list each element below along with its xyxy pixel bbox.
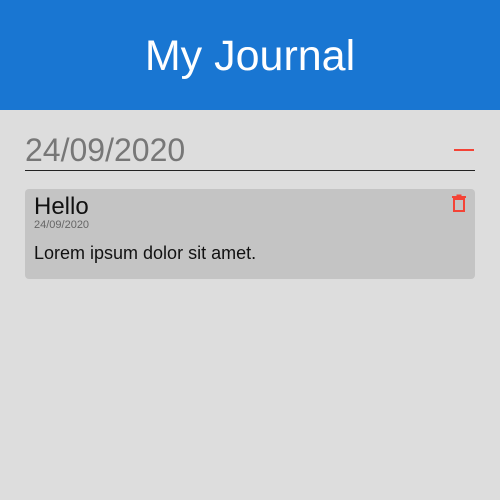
- trash-icon: [452, 194, 466, 212]
- entry-body: Lorem ipsum dolor sit amet.: [34, 243, 257, 263]
- journal-content: Hello 24/09/2020 Lorem ipsum dolor sit a…: [0, 110, 500, 500]
- minus-icon: [454, 149, 474, 151]
- delete-entry-button[interactable]: [451, 194, 467, 212]
- date-row: [25, 131, 475, 171]
- journal-entry-card[interactable]: Hello 24/09/2020 Lorem ipsum dolor sit a…: [25, 189, 475, 279]
- date-field[interactable]: [25, 131, 425, 169]
- collapse-button[interactable]: [453, 142, 475, 158]
- entry-title: Hello: [34, 193, 89, 220]
- entry-date: 24/09/2020: [34, 219, 90, 231]
- app-bar: My Journal: [0, 0, 500, 110]
- app-title: My Journal: [144, 31, 356, 80]
